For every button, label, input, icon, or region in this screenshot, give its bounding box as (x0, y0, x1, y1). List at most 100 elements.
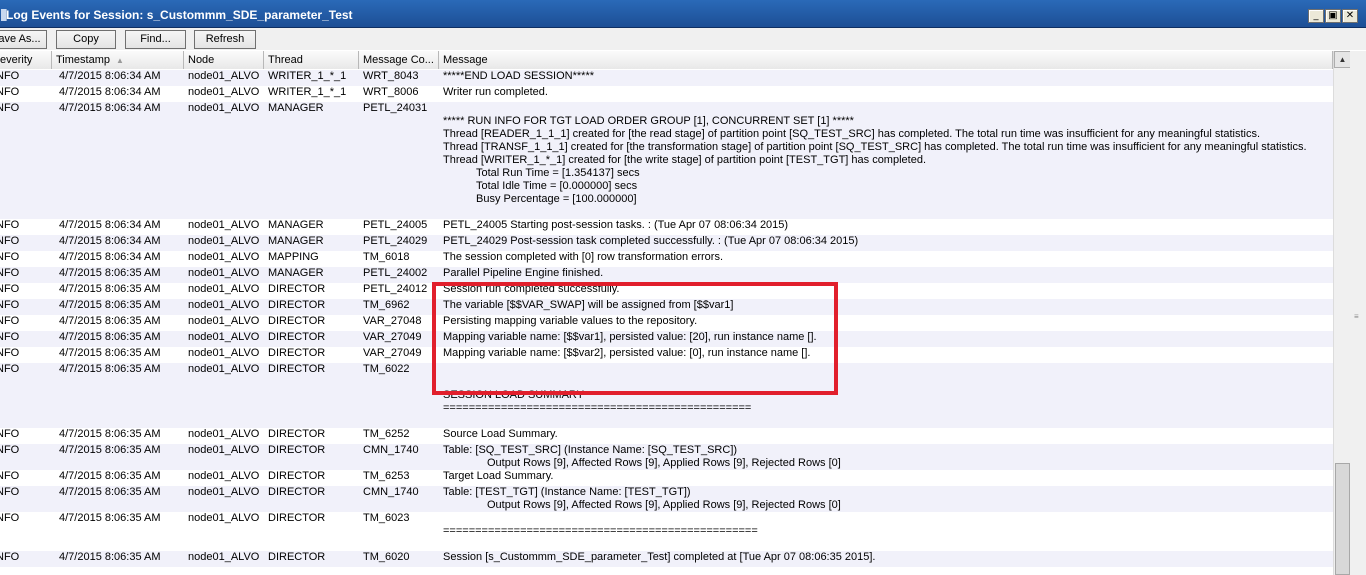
table-row[interactable]: NFO 4/7/2015 8:06:35 AM node01_ALVO MANAGER… (0, 267, 1333, 283)
table-row[interactable]: NFO 4/7/2015 8:06:35 AM node01_ALVO DIRECTO… (0, 283, 1333, 299)
scroll-up-icon[interactable]: ▲ (1334, 51, 1351, 68)
column-header-message-code[interactable]: Message Co... (359, 51, 439, 69)
table-row[interactable]: NFO 4/7/2015 8:06:34 AM node01_ALVO MANAGER… (0, 235, 1333, 251)
table-row[interactable]: NFO 4/7/2015 8:06:34 AM node01_ALVO MAPPING… (0, 251, 1333, 267)
message-line: ***** RUN INFO FOR TGT LOAD ORDER GROUP … (443, 115, 854, 127)
timestamp-cell: 4/7/2015 8:06:35 AM (59, 315, 161, 327)
refresh-button[interactable]: Refresh (194, 30, 256, 49)
column-header-severity[interactable]: everity (0, 51, 52, 69)
thread-cell: DIRECTOR (268, 512, 326, 524)
severity-cell: NFO (0, 70, 20, 82)
severity-cell: NFO (0, 299, 20, 311)
find-button[interactable]: Find... (125, 30, 186, 49)
timestamp-cell: 4/7/2015 8:06:35 AM (59, 486, 161, 498)
message-cell: Source Load Summary. (439, 428, 558, 441)
node-cell: node01_ALVO (188, 235, 260, 247)
severity-cell: NFO (0, 283, 20, 295)
table-row[interactable]: NFO 4/7/2015 8:06:35 AM node01_ALVO DIRECTO… (0, 315, 1333, 331)
table-row[interactable]: NFO 4/7/2015 8:06:35 AM node01_ALVO DIRECTO… (0, 444, 1333, 470)
scroll-thumb[interactable] (1335, 463, 1350, 575)
node-cell: node01_ALVO (188, 512, 260, 524)
title-bar: Log Events for Session: s_Custommm_SDE_p… (0, 0, 1366, 28)
severity-cell: NFO (0, 331, 20, 343)
severity-cell: NFO (0, 347, 20, 359)
message-line: Target Load Summary. (443, 470, 554, 482)
message-code-cell: VAR_27048 (363, 315, 422, 327)
table-row[interactable]: NFO 4/7/2015 8:06:35 AM node01_ALVO DIRECTO… (0, 470, 1333, 486)
timestamp-cell: 4/7/2015 8:06:35 AM (59, 470, 161, 482)
table-row[interactable]: NFO 4/7/2015 8:06:35 AM node01_ALVO DIRECTO… (0, 299, 1333, 315)
message-line: Thread [TRANSF_1_1_1] created for [the t… (443, 141, 1307, 153)
node-cell: node01_ALVO (188, 70, 260, 82)
message-line: Table: [SQ_TEST_SRC] (Instance Name: [SQ… (443, 444, 738, 456)
table-row[interactable]: NFO 4/7/2015 8:06:35 AM node01_ALVO DIRECTO… (0, 486, 1333, 512)
table-row[interactable]: NFO 4/7/2015 8:06:35 AM node01_ALVO DIRECTO… (0, 331, 1333, 347)
table-row[interactable]: NFO 4/7/2015 8:06:34 AM node01_ALVO MANAGER… (0, 219, 1333, 235)
log-events-grid: everity Timestamp ▲ Node Thread Message C… (0, 51, 1333, 575)
message-cell: Writer run completed. (439, 86, 548, 99)
message-line: Writer run completed. (443, 86, 548, 98)
node-cell: node01_ALVO (188, 315, 260, 327)
table-row[interactable]: NFO 4/7/2015 8:06:34 AM node01_ALVO MANAGER… (0, 102, 1333, 219)
message-code-cell: TM_6020 (363, 551, 410, 563)
thread-cell: MANAGER (268, 267, 324, 279)
message-line: Mapping variable name: [$$var1], persist… (443, 331, 817, 343)
severity-cell: NFO (0, 315, 20, 327)
thread-cell: DIRECTOR (268, 283, 326, 295)
vertical-scrollbar[interactable]: ▲ (1333, 51, 1351, 575)
timestamp-cell: 4/7/2015 8:06:35 AM (59, 551, 161, 563)
minimize-icon[interactable]: _ (1308, 9, 1324, 23)
table-row[interactable]: NFO 4/7/2015 8:06:35 AM node01_ALVO DIRECTO… (0, 347, 1333, 363)
node-cell: node01_ALVO (188, 102, 260, 114)
timestamp-cell: 4/7/2015 8:06:35 AM (59, 299, 161, 311)
message-cell: Persisting mapping variable values to th… (439, 315, 697, 328)
close-icon[interactable]: ✕ (1342, 9, 1358, 23)
message-code-cell: PETL_24031 (363, 102, 428, 114)
severity-cell: NFO (0, 512, 20, 524)
node-cell: node01_ALVO (188, 331, 260, 343)
table-row[interactable]: NFO 4/7/2015 8:06:35 AM node01_ALVO DIRECTO… (0, 428, 1333, 444)
timestamp-cell: 4/7/2015 8:06:35 AM (59, 331, 161, 343)
table-row[interactable]: NFO 4/7/2015 8:06:35 AM node01_ALVO DIRECTO… (0, 363, 1333, 428)
thread-cell: MANAGER (268, 235, 324, 247)
message-line: Thread [WRITER_1_*_1] created for [the w… (443, 154, 926, 166)
table-row[interactable]: NFO 4/7/2015 8:06:35 AM node01_ALVO DIRECTO… (0, 551, 1333, 567)
restore-icon[interactable]: ▣ (1325, 9, 1341, 23)
sort-ascending-icon: ▲ (116, 56, 124, 65)
copy-button[interactable]: Copy (56, 30, 116, 49)
thread-cell: DIRECTOR (268, 363, 326, 375)
thread-cell: DIRECTOR (268, 347, 326, 359)
timestamp-cell: 4/7/2015 8:06:35 AM (59, 283, 161, 295)
message-line: SESSION LOAD SUMMARY (443, 389, 584, 401)
grid-header: everity Timestamp ▲ Node Thread Message C… (0, 51, 1333, 69)
thread-cell: DIRECTOR (268, 470, 326, 482)
column-header-thread[interactable]: Thread (264, 51, 359, 69)
toolbar: ave As... Copy Find... Refresh (0, 28, 1366, 50)
message-line: PETL_24029 Post-session task completed s… (443, 235, 859, 247)
severity-cell: NFO (0, 363, 20, 375)
splitter-grip-icon[interactable]: ≡ (1354, 312, 1359, 321)
thread-cell: DIRECTOR (268, 444, 326, 456)
message-cell: Mapping variable name: [$$var1], persist… (439, 331, 817, 344)
table-row[interactable]: NFO 4/7/2015 8:06:35 AM node01_ALVO DIRECTO… (0, 512, 1333, 551)
message-cell: SESSION LOAD SUMMARY ====================… (439, 363, 751, 415)
message-code-cell: PETL_24012 (363, 283, 428, 295)
message-code-cell: TM_6252 (363, 428, 410, 440)
message-line: Total Run Time = [1.354137] secs (443, 167, 640, 179)
column-header-message[interactable]: Message (439, 51, 1333, 69)
thread-cell: DIRECTOR (268, 551, 326, 563)
column-header-node[interactable]: Node (184, 51, 264, 69)
thread-cell: WRITER_1_*_1 (268, 86, 347, 98)
table-row[interactable]: NFO 4/7/2015 8:06:34 AM node01_ALVO WRITER_… (0, 70, 1333, 86)
timestamp-cell: 4/7/2015 8:06:35 AM (59, 363, 161, 375)
save-as-button[interactable]: ave As... (0, 30, 47, 49)
severity-cell: NFO (0, 428, 20, 440)
message-code-cell: TM_6022 (363, 363, 410, 375)
timestamp-cell: 4/7/2015 8:06:34 AM (59, 251, 161, 263)
table-row[interactable]: NFO 4/7/2015 8:06:34 AM node01_ALVO WRITER_… (0, 86, 1333, 102)
thread-cell: DIRECTOR (268, 299, 326, 311)
node-cell: node01_ALVO (188, 86, 260, 98)
message-code-cell: TM_6253 (363, 470, 410, 482)
timestamp-cell: 4/7/2015 8:06:34 AM (59, 102, 161, 114)
column-header-timestamp[interactable]: Timestamp ▲ (52, 51, 184, 69)
